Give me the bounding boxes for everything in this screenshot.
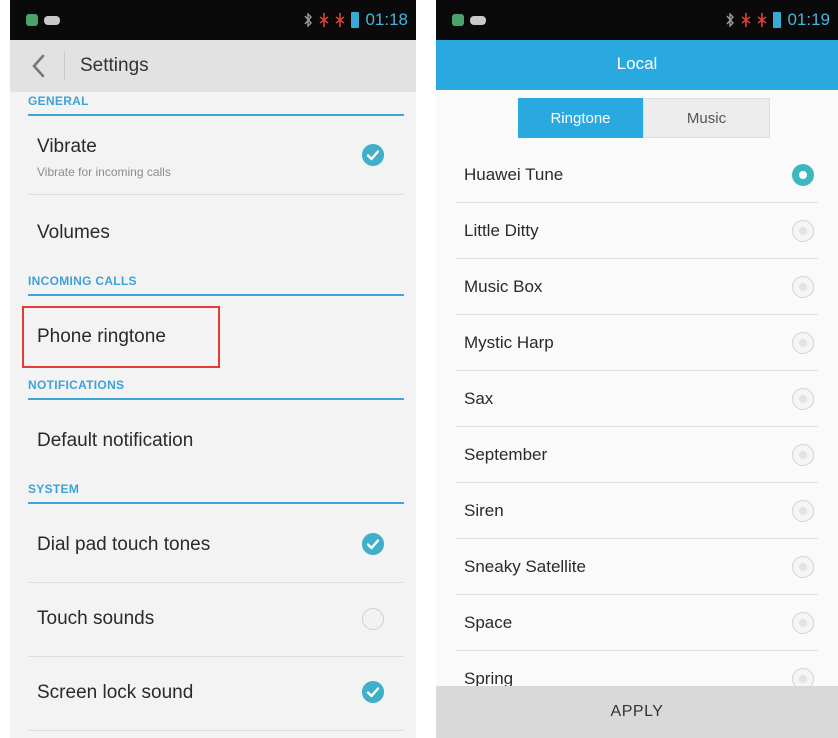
status-time: 01:19: [787, 10, 830, 29]
battery-icon: [351, 12, 360, 28]
no-signal-icon: [319, 13, 329, 27]
highlight-box: [22, 306, 220, 368]
header-divider: [64, 52, 65, 80]
ringtone-radio[interactable]: [792, 276, 814, 298]
tab-strip: Ringtone Music: [518, 98, 770, 138]
ringtone-radio[interactable]: [792, 388, 814, 410]
no-signal-icon: [741, 13, 751, 27]
vibrate-setting[interactable]: Vibrate Vibrate for incoming calls: [28, 120, 404, 194]
touch-sounds-title: Touch sounds: [37, 608, 155, 629]
tab-ringtone[interactable]: Ringtone: [518, 98, 643, 138]
back-button[interactable]: [24, 50, 52, 82]
bluetooth-icon: [304, 13, 313, 27]
status-time: 01:18: [365, 10, 408, 29]
ringtone-item[interactable]: Music Box: [436, 259, 838, 315]
ringtone-radio[interactable]: [792, 220, 814, 242]
dial-pad-tones-title: Dial pad touch tones: [37, 534, 211, 555]
screen-lock-sound-setting[interactable]: Screen lock sound: [28, 658, 404, 730]
section-header-general: GENERAL: [28, 94, 404, 116]
ringtone-label: Little Ditty: [464, 221, 539, 240]
dial-pad-tones-checkbox[interactable]: [362, 533, 384, 555]
vibrate-title: Vibrate: [37, 136, 97, 157]
ringtone-radio-selected[interactable]: [792, 164, 814, 186]
ringtone-item[interactable]: Space: [436, 595, 838, 651]
ringtone-label: Siren: [464, 501, 504, 520]
section-header-system: SYSTEM: [28, 482, 404, 504]
ringtone-label: Music Box: [464, 277, 543, 296]
section-header-notifications: NOTIFICATIONS: [28, 378, 404, 400]
ringtone-label: Sax: [464, 389, 494, 408]
apply-label: APPLY: [610, 703, 664, 720]
chevron-left-icon: [32, 54, 45, 78]
ringtone-label: Huawei Tune: [464, 165, 564, 184]
ringtone-label: Space: [464, 613, 513, 632]
row-divider: [28, 656, 404, 657]
notification-icons: [26, 14, 60, 26]
ringtone-item[interactable]: Huawei Tune: [436, 147, 838, 203]
row-divider: [28, 730, 404, 731]
ringtone-item[interactable]: Mystic Harp: [436, 315, 838, 371]
ringtone-item[interactable]: September: [436, 427, 838, 483]
settings-screen: 01:18 Settings GENERAL Vibrate Vibrate f…: [10, 0, 416, 738]
screen-lock-sound-checkbox[interactable]: [362, 681, 384, 703]
battery-icon: [773, 12, 782, 28]
screen-lock-sound-title: Screen lock sound: [37, 682, 194, 703]
bluetooth-icon: [726, 13, 735, 27]
status-bar: 01:19: [436, 0, 838, 40]
row-divider: [28, 194, 404, 195]
ringtone-radio[interactable]: [792, 612, 814, 634]
ringtone-label: Sneaky Satellite: [464, 557, 586, 576]
ringtone-radio[interactable]: [792, 332, 814, 354]
row-divider: [28, 582, 404, 583]
ringtone-radio[interactable]: [792, 444, 814, 466]
volumes-setting[interactable]: Volumes: [28, 196, 404, 266]
touch-sounds-checkbox[interactable]: [362, 608, 384, 630]
tab-music[interactable]: Music: [643, 98, 770, 138]
ringtone-item[interactable]: Sneaky Satellite: [436, 539, 838, 595]
section-header-incoming-calls: INCOMING CALLS: [28, 274, 404, 296]
action-bar: Local: [436, 40, 838, 90]
ringtone-radio[interactable]: [792, 556, 814, 578]
ringtone-label: September: [464, 445, 548, 464]
action-bar: Settings: [10, 40, 416, 92]
touch-sounds-setting[interactable]: Touch sounds: [28, 584, 404, 656]
ringtone-item[interactable]: Siren: [436, 483, 838, 539]
page-title: Settings: [80, 55, 149, 76]
page-title: Local: [616, 54, 658, 73]
ringtone-item[interactable]: Little Ditty: [436, 203, 838, 259]
ringtone-picker-screen: 01:19 Local Ringtone Music Huawei Tune L…: [436, 0, 838, 738]
status-bar: 01:18: [10, 0, 416, 40]
no-signal-icon-2: [335, 13, 345, 27]
ringtone-label: Mystic Harp: [464, 333, 554, 352]
no-signal-icon-2: [757, 13, 767, 27]
default-notification-title: Default notification: [37, 430, 194, 451]
notification-icons: [452, 14, 486, 26]
default-notification-setting[interactable]: Default notification: [28, 404, 404, 476]
ringtone-radio[interactable]: [792, 500, 814, 522]
vibrate-checkbox[interactable]: [362, 144, 384, 166]
vibrate-subtitle: Vibrate for incoming calls: [37, 165, 171, 179]
ringtone-item[interactable]: Sax: [436, 371, 838, 427]
volumes-title: Volumes: [37, 222, 110, 243]
dial-pad-tones-setting[interactable]: Dial pad touch tones: [28, 508, 404, 582]
apply-button[interactable]: APPLY: [436, 686, 838, 738]
